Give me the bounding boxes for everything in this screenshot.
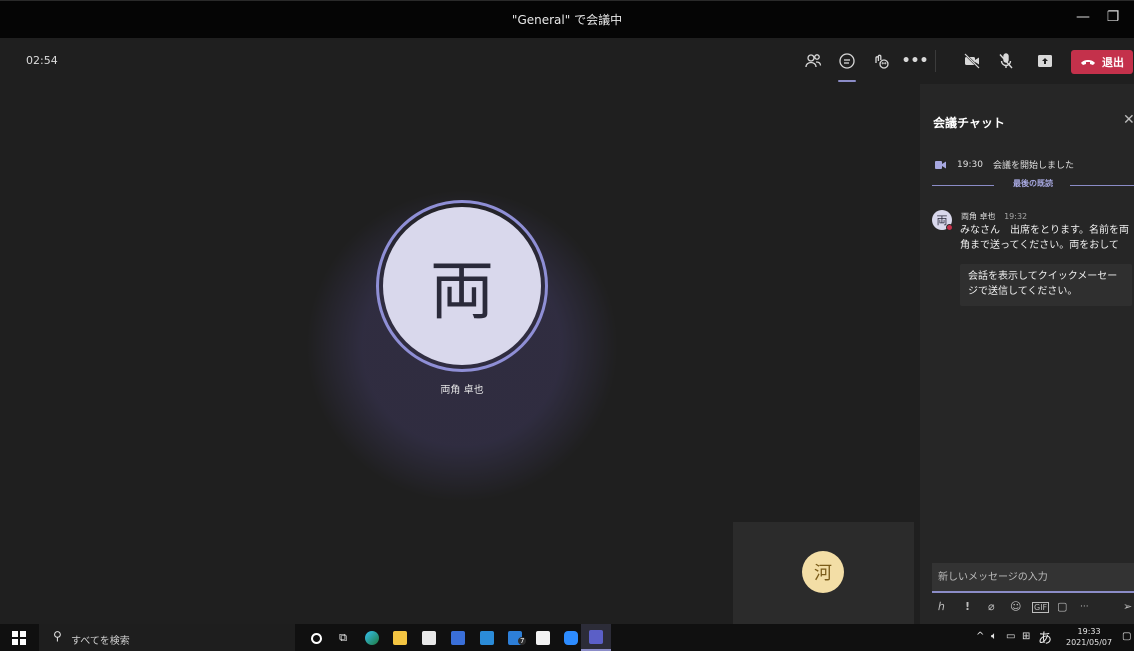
- reactions-button[interactable]: [870, 50, 892, 72]
- store-icon[interactable]: [419, 628, 439, 648]
- meeting-chat-panel: 会議チャット ✕ 19:30 会議を開始しました 最後の既読 両 両角 卓也 1…: [920, 84, 1134, 624]
- attach-icon[interactable]: ⌀: [988, 600, 995, 613]
- important-icon[interactable]: !: [965, 600, 970, 613]
- last-read-divider: 最後の既読: [932, 178, 1134, 192]
- more-actions-button[interactable]: •••: [901, 50, 929, 72]
- hang-up-icon: [1081, 60, 1095, 65]
- meeting-toolbar: 02:54 ••• 退出: [0, 38, 1134, 84]
- message-author: 両角 卓也: [961, 212, 996, 221]
- message-input[interactable]: [932, 563, 1134, 591]
- participants-button[interactable]: [802, 50, 824, 72]
- leave-label: 退出: [1102, 56, 1124, 69]
- clock-time: 19:33: [1077, 627, 1101, 636]
- participants-icon: [805, 54, 822, 68]
- speaker-name: 両角 卓也: [440, 385, 484, 396]
- camera-off-icon: [964, 53, 980, 69]
- reaction-hand-icon: [875, 54, 889, 69]
- send-icon[interactable]: ➢: [1123, 600, 1132, 613]
- cortana-icon[interactable]: [306, 628, 326, 648]
- volume-icon[interactable]: 🔈︎: [991, 631, 997, 642]
- search-placeholder: すべてを検索: [71, 636, 130, 647]
- system-event-text: 会議を開始しました: [992, 161, 1074, 171]
- taskbar-search[interactable]: ⚲ すべてを検索: [39, 624, 295, 651]
- chat-button[interactable]: [836, 50, 858, 72]
- search-icon: ⚲: [53, 629, 62, 643]
- mic-off-icon: [999, 53, 1013, 69]
- meeting-started-event: 19:30 会議を開始しました: [935, 158, 1074, 171]
- ime-kana-label[interactable]: あ: [1038, 628, 1052, 648]
- share-screen-button[interactable]: [1034, 50, 1056, 72]
- minimize-button[interactable]: —: [1072, 9, 1094, 29]
- compose-actions: ℎ ! ⌀ ☺ GIF ▢ ··· ➢: [935, 598, 1134, 618]
- self-video-tile[interactable]: 河: [733, 522, 914, 624]
- share-screen-icon: [1038, 55, 1052, 67]
- meeting-timer: 02:54: [26, 54, 58, 67]
- more-options-icon[interactable]: ···: [1080, 602, 1089, 612]
- meeting-stage: 両 両角 卓也 河: [0, 84, 920, 624]
- taskbar-clock[interactable]: 19:33 2021/05/07: [1066, 626, 1112, 648]
- self-avatar: 河: [802, 551, 844, 593]
- mic-toggle-button[interactable]: [995, 50, 1017, 72]
- window-titlebar: "General" で会議中 — ❐: [0, 0, 1134, 38]
- camera-toggle-button[interactable]: [961, 50, 983, 72]
- speaker-avatar-ring: 両: [376, 200, 548, 372]
- compose-box: [932, 563, 1134, 593]
- video-camera-icon: [935, 160, 946, 169]
- file-explorer-icon[interactable]: [390, 628, 410, 648]
- emoji-icon[interactable]: ☺: [1010, 600, 1021, 613]
- message-meta: 両角 卓也 19:32: [961, 211, 1027, 222]
- calendar-app-icon[interactable]: [448, 628, 468, 648]
- ime-mode-icon[interactable]: ⊞: [1022, 631, 1030, 642]
- task-view-icon[interactable]: ⧉: [333, 628, 353, 648]
- gif-icon[interactable]: GIF: [1032, 602, 1050, 613]
- ellipsis-icon: •••: [901, 53, 929, 69]
- network-icon[interactable]: ▭: [1006, 631, 1015, 642]
- clock-date: 2021/05/07: [1066, 638, 1113, 647]
- document-app-icon[interactable]: [533, 628, 553, 648]
- presence-busy-icon: [946, 224, 953, 231]
- last-read-label: 最後の既読: [1013, 179, 1053, 188]
- sticker-icon[interactable]: ▢: [1057, 600, 1067, 613]
- chat-panel-title: 会議チャット: [933, 116, 1005, 130]
- message-body: みなさん 出席をとります。名前を両角まで送ってください。両をおして: [960, 225, 1129, 251]
- format-icon[interactable]: ℎ: [938, 600, 945, 613]
- news-app-icon[interactable]: [477, 628, 497, 648]
- close-icon[interactable]: ✕: [1123, 112, 1134, 128]
- chat-active-indicator: [838, 80, 856, 82]
- system-event-time: 19:30: [957, 159, 983, 170]
- restore-button[interactable]: ❐: [1102, 9, 1124, 29]
- mail-badge: 7: [518, 637, 527, 645]
- mail-icon[interactable]: 7: [505, 628, 527, 648]
- windows-taskbar: ⚲ すべてを検索 ⧉ 7 ^ 🔈︎ ▭ ⊞ あ 19:33 2021/05/07…: [0, 624, 1134, 651]
- zoom-app-icon[interactable]: [561, 628, 581, 648]
- edge-browser-icon[interactable]: [362, 628, 382, 648]
- toolbar-divider: [935, 50, 936, 72]
- window-title: "General" で会議中: [511, 13, 623, 27]
- speaker-avatar: 両: [383, 207, 541, 365]
- leave-button[interactable]: 退出: [1071, 50, 1133, 74]
- windows-start-icon[interactable]: [12, 631, 26, 645]
- chevron-up-icon[interactable]: ^: [976, 631, 984, 642]
- message-body-continued: 会話を表示してクイックメーセージで送信してください。: [960, 264, 1132, 306]
- notification-center-icon[interactable]: ▢: [1122, 631, 1131, 642]
- teams-app-icon[interactable]: [581, 624, 611, 651]
- message-time: 19:32: [1004, 212, 1028, 221]
- chat-bubble-icon: [839, 53, 855, 69]
